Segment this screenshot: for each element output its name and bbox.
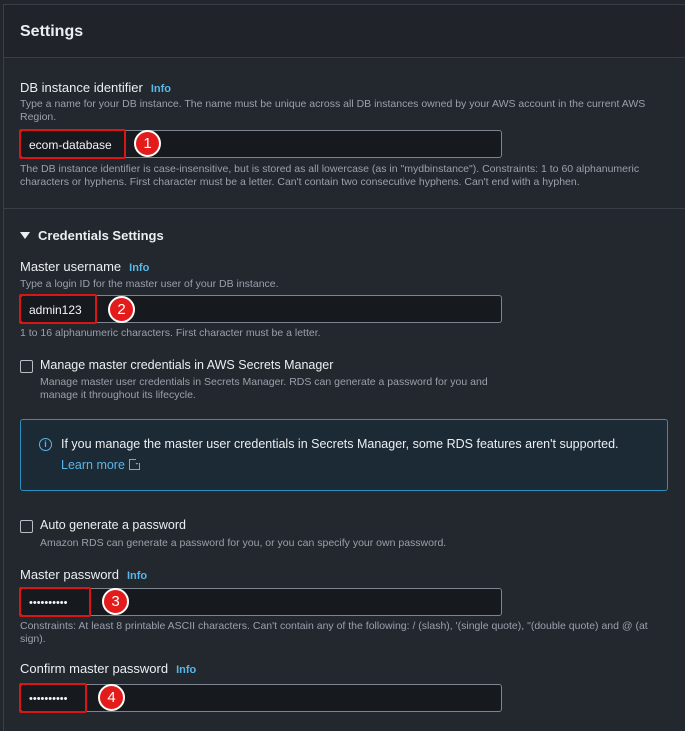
external-link-icon xyxy=(128,457,142,470)
master-password-input[interactable]: •••••••••• xyxy=(20,588,502,616)
info-icon: i xyxy=(39,438,52,451)
settings-panel: Settings DB instance identifier Info Type… xyxy=(3,4,685,731)
master-username-description: Type a login ID for the master user of y… xyxy=(20,278,279,290)
db-identifier-label: DB instance identifier Info xyxy=(20,80,171,95)
confirm-password-info-link[interactable]: Info xyxy=(176,664,196,676)
master-username-info-link[interactable]: Info xyxy=(129,262,149,274)
master-username-label: Master username Info xyxy=(20,259,149,274)
highlight-box-2 xyxy=(19,294,97,324)
highlight-box-4 xyxy=(19,683,87,713)
alert-text: If you manage the master user credential… xyxy=(61,437,619,451)
caret-down-icon xyxy=(20,232,30,239)
secrets-manager-checkbox[interactable] xyxy=(20,360,33,373)
db-identifier-info-link[interactable]: Info xyxy=(151,83,171,95)
confirm-password-label-text: Confirm master password xyxy=(20,661,169,676)
master-username-label-text: Master username xyxy=(20,259,122,274)
auto-generate-label: Auto generate a password xyxy=(40,518,186,532)
step-badge-4: 4 xyxy=(98,684,125,711)
master-password-label: Master password Info xyxy=(20,567,147,582)
confirm-password-label: Confirm master password Info xyxy=(20,661,196,676)
learn-more-label: Learn more xyxy=(61,458,125,472)
db-identifier-label-text: DB instance identifier xyxy=(20,80,143,95)
section-divider xyxy=(4,208,685,209)
master-password-label-text: Master password xyxy=(20,567,119,582)
secrets-manager-alert: i If you manage the master user credenti… xyxy=(20,419,668,491)
step-badge-1: 1 xyxy=(134,130,161,157)
db-identifier-constraints: The DB instance identifier is case-insen… xyxy=(20,163,640,188)
highlight-box-3 xyxy=(19,587,91,617)
step-badge-3: 3 xyxy=(102,588,129,615)
master-password-constraints: Constraints: At least 8 printable ASCII … xyxy=(20,620,648,645)
db-identifier-description: Type a name for your DB instance. The na… xyxy=(20,98,646,123)
secrets-manager-description: Manage master user credentials in Secret… xyxy=(40,376,488,401)
page-title: Settings xyxy=(20,23,84,40)
highlight-box-1 xyxy=(19,129,126,159)
learn-more-link[interactable]: Learn more xyxy=(61,457,142,472)
auto-generate-description: Amazon RDS can generate a password for y… xyxy=(40,537,447,549)
step-badge-2: 2 xyxy=(108,296,135,323)
settings-header: Settings xyxy=(4,5,685,58)
secrets-manager-label: Manage master credentials in AWS Secrets… xyxy=(40,358,334,372)
confirm-password-input[interactable]: •••••••••• xyxy=(20,684,502,712)
master-password-info-link[interactable]: Info xyxy=(127,570,147,582)
credentials-section-toggle[interactable]: Credentials Settings xyxy=(20,228,164,243)
auto-generate-checkbox[interactable] xyxy=(20,520,33,533)
credentials-section-title: Credentials Settings xyxy=(38,228,164,243)
master-username-constraints: 1 to 16 alphanumeric characters. First c… xyxy=(20,327,321,339)
